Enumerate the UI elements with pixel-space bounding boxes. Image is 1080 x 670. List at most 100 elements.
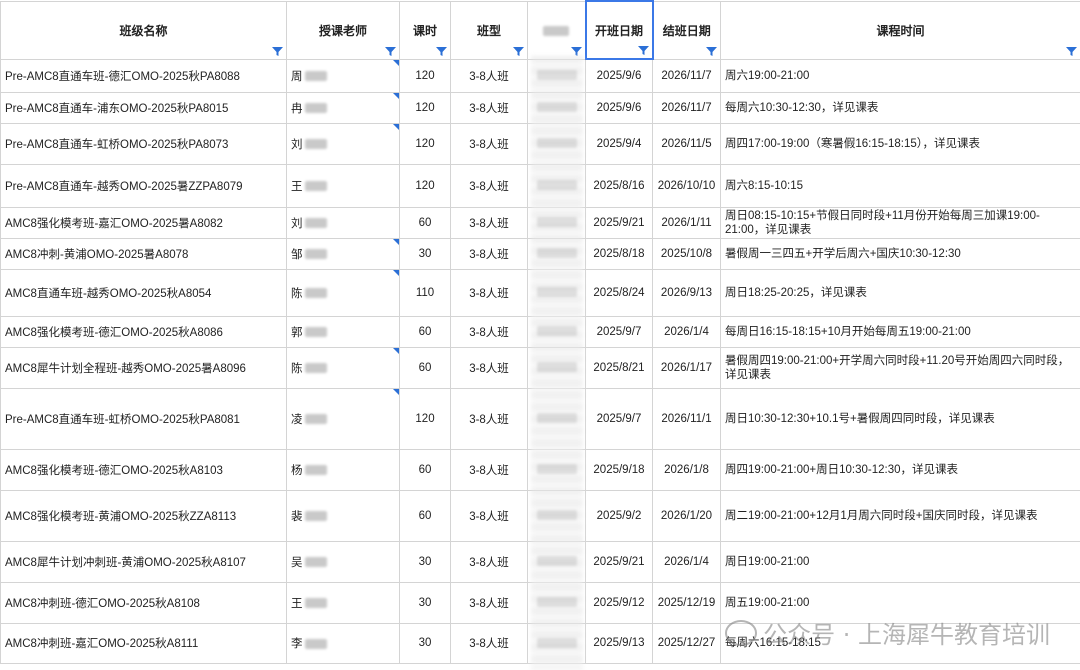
- cell-schedule[interactable]: 暑假周一三四五+开学后周六+国庆10:30-12:30: [720, 237, 1080, 270]
- cell-class-type[interactable]: 3-8人班: [450, 268, 528, 317]
- cell-end-date[interactable]: 2026/1/4: [652, 315, 721, 348]
- cell-class-type[interactable]: 3-8人班: [450, 540, 528, 583]
- cell-class-name[interactable]: Pre-AMC8直通车班-虹桥OMO-2025秋PA8081: [0, 387, 287, 450]
- cell-hours[interactable]: 120: [399, 122, 451, 165]
- cell-end-date[interactable]: 2026/1/17: [652, 346, 721, 389]
- cell-class-name[interactable]: Pre-AMC8直通车-浦东OMO-2025秋PA8015: [0, 91, 287, 124]
- cell-end-date[interactable]: 2026/11/7: [652, 58, 721, 93]
- cell-schedule[interactable]: 周日18:25-20:25，详见课表: [720, 268, 1080, 317]
- cell-schedule[interactable]: 周四17:00-19:00（寒暑假16:15-18:15），详见课表: [720, 122, 1080, 165]
- cell-end-date[interactable]: 2026/10/10: [652, 163, 721, 208]
- cell-hours[interactable]: 30: [399, 622, 451, 664]
- cell-hours[interactable]: 60: [399, 206, 451, 239]
- cell-hours[interactable]: 60: [399, 489, 451, 542]
- cell-teacher[interactable]: 李: [286, 622, 400, 664]
- cell-schedule[interactable]: 每周日16:15-18:15+10月开始每周五19:00-21:00: [720, 315, 1080, 348]
- cell-class-type[interactable]: 3-8人班: [450, 315, 528, 348]
- cell-end-date[interactable]: 2026/1/4: [652, 540, 721, 583]
- cell-teacher[interactable]: 冉: [286, 91, 400, 124]
- cell-class-name[interactable]: AMC8强化模考班-黄浦OMO-2025秋ZZA8113: [0, 489, 287, 542]
- cell-end-date[interactable]: 2025/12/27: [652, 622, 721, 664]
- filter-icon[interactable]: [272, 46, 283, 56]
- cell-class-type[interactable]: 3-8人班: [450, 58, 528, 93]
- cell-hours[interactable]: 110: [399, 268, 451, 317]
- cell-class-type[interactable]: 3-8人班: [450, 581, 528, 624]
- header-start-date[interactable]: 开班日期: [584, 0, 654, 60]
- cell-hours[interactable]: 120: [399, 91, 451, 124]
- cell-teacher[interactable]: 陈: [286, 268, 400, 317]
- header-teacher[interactable]: 授课老师: [286, 0, 400, 60]
- cell-class-type[interactable]: 3-8人班: [450, 387, 528, 450]
- cell-end-date[interactable]: 2026/9/13: [652, 268, 721, 317]
- cell-hours[interactable]: 30: [399, 237, 451, 270]
- cell-teacher[interactable]: 陈: [286, 346, 400, 389]
- cell-teacher[interactable]: 刘: [286, 206, 400, 239]
- cell-start-date[interactable]: 2025/9/7: [585, 387, 653, 450]
- cell-hours[interactable]: 60: [399, 346, 451, 389]
- filter-icon[interactable]: [513, 46, 524, 56]
- cell-start-date[interactable]: 2025/9/2: [585, 489, 653, 542]
- cell-teacher[interactable]: 郭: [286, 315, 400, 348]
- cell-class-name[interactable]: AMC8强化模考班-德汇OMO-2025秋A8086: [0, 315, 287, 348]
- cell-teacher[interactable]: 凌: [286, 387, 400, 450]
- cell-teacher[interactable]: 王: [286, 581, 400, 624]
- cell-class-name[interactable]: Pre-AMC8直通车班-德汇OMO-2025秋PA8088: [0, 58, 287, 93]
- cell-class-name[interactable]: AMC8强化模考班-嘉汇OMO-2025暑A8082: [0, 206, 287, 239]
- cell-class-type[interactable]: 3-8人班: [450, 122, 528, 165]
- cell-end-date[interactable]: 2026/1/20: [652, 489, 721, 542]
- cell-teacher[interactable]: 裴: [286, 489, 400, 542]
- cell-class-name[interactable]: AMC8强化模考班-德汇OMO-2025秋A8103: [0, 448, 287, 491]
- header-blurred[interactable]: [527, 0, 586, 60]
- cell-class-type[interactable]: 3-8人班: [450, 163, 528, 208]
- cell-end-date[interactable]: 2026/11/1: [652, 387, 721, 450]
- cell-end-date[interactable]: 2025/10/8: [652, 237, 721, 270]
- cell-start-date[interactable]: 2025/9/13: [585, 622, 653, 664]
- cell-schedule[interactable]: 周日10:30-12:30+10.1号+暑假周四同时段，详见课表: [720, 387, 1080, 450]
- cell-start-date[interactable]: 2025/9/7: [585, 315, 653, 348]
- cell-schedule[interactable]: 周二19:00-21:00+12月1月周六同时段+国庆同时段，详见课表: [720, 489, 1080, 542]
- header-class-type[interactable]: 班型: [450, 0, 528, 60]
- cell-schedule[interactable]: 暑假周四19:00-21:00+开学周六同时段+11.20号开始周四六同时段，详…: [720, 346, 1080, 389]
- cell-start-date[interactable]: 2025/8/21: [585, 346, 653, 389]
- cell-class-type[interactable]: 3-8人班: [450, 346, 528, 389]
- cell-start-date[interactable]: 2025/9/21: [585, 540, 653, 583]
- cell-class-type[interactable]: 3-8人班: [450, 206, 528, 239]
- cell-class-type[interactable]: 3-8人班: [450, 237, 528, 270]
- cell-end-date[interactable]: 2026/11/5: [652, 122, 721, 165]
- cell-schedule[interactable]: 每周六10:30-12:30，详见课表: [720, 91, 1080, 124]
- cell-end-date[interactable]: 2026/1/8: [652, 448, 721, 491]
- filter-icon[interactable]: [1066, 46, 1077, 56]
- cell-start-date[interactable]: 2025/9/4: [585, 122, 653, 165]
- header-end-date[interactable]: 结班日期: [652, 0, 721, 60]
- cell-hours[interactable]: 120: [399, 163, 451, 208]
- filter-icon[interactable]: [706, 46, 717, 56]
- cell-start-date[interactable]: 2025/9/6: [585, 58, 653, 93]
- cell-end-date[interactable]: 2026/1/11: [652, 206, 721, 239]
- cell-class-name[interactable]: AMC8犀牛计划冲刺班-黄浦OMO-2025秋A8107: [0, 540, 287, 583]
- cell-schedule[interactable]: 周日19:00-21:00: [720, 540, 1080, 583]
- cell-schedule[interactable]: 周四19:00-21:00+周日10:30-12:30，详见课表: [720, 448, 1080, 491]
- cell-class-type[interactable]: 3-8人班: [450, 448, 528, 491]
- cell-schedule[interactable]: 每周六16:15-18:15: [720, 622, 1080, 664]
- cell-class-name[interactable]: AMC8冲刺班-嘉汇OMO-2025秋A8111: [0, 622, 287, 664]
- cell-start-date[interactable]: 2025/8/18: [585, 237, 653, 270]
- cell-teacher[interactable]: 吴: [286, 540, 400, 583]
- cell-teacher[interactable]: 刘: [286, 122, 400, 165]
- cell-class-name[interactable]: AMC8直通车班-越秀OMO-2025秋A8054: [0, 268, 287, 317]
- cell-hours[interactable]: 60: [399, 448, 451, 491]
- cell-class-name[interactable]: Pre-AMC8直通车-越秀OMO-2025暑ZZPA8079: [0, 163, 287, 208]
- cell-schedule[interactable]: 周日08:15-10:15+节假日同时段+11月份开始每周三加课19:00-21…: [720, 206, 1080, 239]
- cell-teacher[interactable]: 王: [286, 163, 400, 208]
- header-schedule[interactable]: 课程时间: [720, 0, 1080, 60]
- cell-class-name[interactable]: AMC8冲刺-黄浦OMO-2025暑A8078: [0, 237, 287, 270]
- cell-teacher[interactable]: 邹: [286, 237, 400, 270]
- cell-hours[interactable]: 30: [399, 581, 451, 624]
- cell-class-type[interactable]: 3-8人班: [450, 489, 528, 542]
- filter-icon[interactable]: [637, 46, 649, 55]
- cell-schedule[interactable]: 周六19:00-21:00: [720, 58, 1080, 93]
- cell-hours[interactable]: 120: [399, 387, 451, 450]
- cell-teacher[interactable]: 周: [286, 58, 400, 93]
- cell-start-date[interactable]: 2025/9/21: [585, 206, 653, 239]
- cell-hours[interactable]: 30: [399, 540, 451, 583]
- cell-start-date[interactable]: 2025/8/16: [585, 163, 653, 208]
